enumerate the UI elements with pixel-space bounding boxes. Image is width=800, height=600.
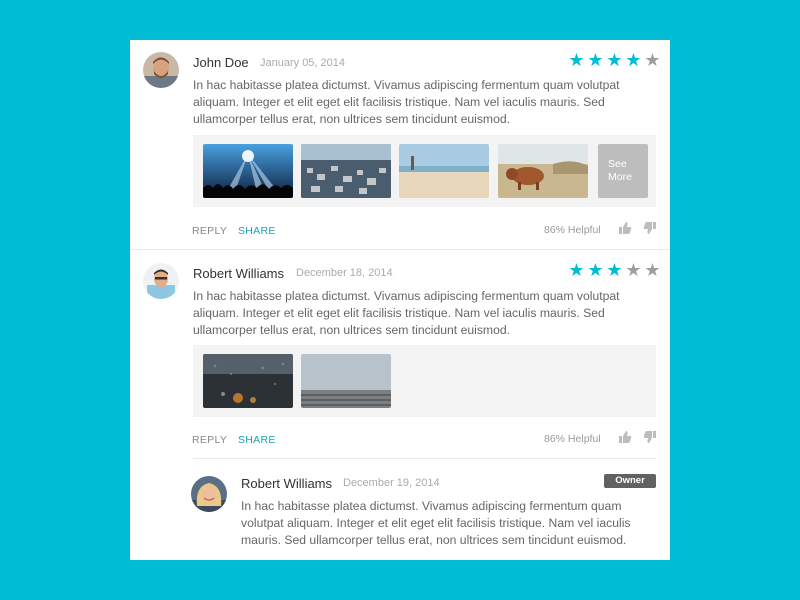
- reply-date: December 19, 2014: [343, 477, 440, 489]
- owner-badge: Owner: [604, 474, 656, 488]
- review-author[interactable]: Robert Williams: [193, 266, 284, 281]
- city-aerial-photo[interactable]: [301, 144, 391, 198]
- review-date: December 18, 2014: [296, 267, 393, 279]
- review-item: John Doe January 05, 2014 ★ ★ ★ ★ ★ In hac h…: [130, 40, 670, 250]
- avatar[interactable]: [143, 52, 179, 88]
- star-icon: ★: [625, 50, 642, 70]
- concert-crowd-photo[interactable]: [203, 144, 293, 198]
- thumbs-down-icon[interactable]: [643, 221, 657, 235]
- thumbs-down-icon[interactable]: [643, 430, 657, 444]
- thumbs-up-icon[interactable]: [618, 430, 632, 444]
- review-text: In hac habitasse platea dictumst. Vivamu…: [193, 289, 620, 337]
- share-button[interactable]: SHARE: [238, 434, 276, 446]
- review-date: January 05, 2014: [260, 57, 346, 69]
- thumbs-up-icon[interactable]: [618, 221, 632, 235]
- star-icon: ★: [568, 260, 585, 280]
- star-icon: ★: [587, 260, 604, 280]
- star-icon: ★: [606, 50, 623, 70]
- helpful-percentage: 86% Helpful: [544, 433, 601, 445]
- rainy-window-photo[interactable]: [203, 354, 293, 408]
- helpful-percentage: 86% Helpful: [544, 224, 601, 236]
- star-rating: ★ ★ ★ ★ ★: [567, 261, 662, 279]
- beach-photo[interactable]: [399, 144, 489, 198]
- review-text: In hac habitasse platea dictumst. Vivamu…: [193, 78, 620, 126]
- star-icon: ★: [644, 50, 661, 70]
- divider: [193, 458, 656, 459]
- image-gallery: [193, 345, 656, 417]
- star-rating: ★ ★ ★ ★ ★: [567, 51, 662, 69]
- star-icon: ★: [644, 260, 661, 280]
- reply-author[interactable]: Robert Williams: [241, 476, 332, 491]
- reply-text: In hac habitasse platea dictumst. Vivamu…: [241, 499, 631, 547]
- image-gallery: See More: [193, 135, 656, 207]
- star-icon: ★: [625, 260, 642, 280]
- avatar[interactable]: [143, 263, 179, 299]
- reply-button[interactable]: REPLY: [192, 225, 227, 237]
- star-icon: ★: [568, 50, 585, 70]
- review-author[interactable]: John Doe: [193, 55, 249, 70]
- star-icon: ★: [587, 50, 604, 70]
- star-icon: ★: [606, 260, 623, 280]
- reply-button[interactable]: REPLY: [192, 434, 227, 446]
- highland-cow-photo[interactable]: [498, 144, 588, 198]
- avatar[interactable]: [191, 476, 227, 512]
- review-item: Robert Williams December 18, 2014 ★ ★ ★ ★ ★ …: [130, 250, 670, 560]
- reviews-card: John Doe January 05, 2014 ★ ★ ★ ★ ★ In hac h…: [130, 40, 670, 560]
- share-button[interactable]: SHARE: [238, 225, 276, 237]
- see-more-button[interactable]: See More: [598, 144, 648, 198]
- foggy-pier-photo[interactable]: [301, 354, 391, 408]
